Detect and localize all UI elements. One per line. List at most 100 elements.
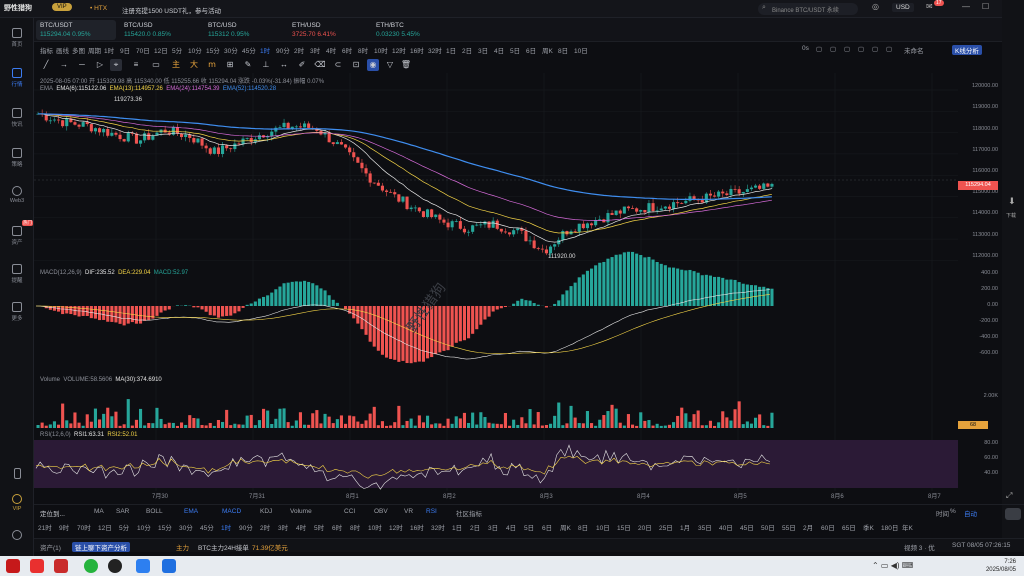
axis-option[interactable]: % — [950, 508, 956, 515]
text-tool-icon[interactable]: 主 — [170, 59, 182, 71]
phone-button[interactable] — [0, 468, 34, 481]
timeframe-option[interactable]: 2日 — [470, 522, 480, 532]
interval-option[interactable]: 3时 — [310, 45, 320, 55]
interval-option[interactable]: 15分 — [206, 45, 220, 55]
download-icon[interactable]: ⬇ — [1008, 196, 1016, 207]
ray-tool-icon[interactable]: → — [58, 59, 70, 71]
timeframe-option[interactable]: 20日 — [638, 522, 652, 532]
indicator-tab[interactable]: KDJ — [260, 508, 272, 515]
interval-option[interactable]: 4日 — [494, 45, 504, 55]
interval-option[interactable]: 5分 — [172, 45, 182, 55]
interval-option[interactable]: 6日 — [526, 45, 536, 55]
timeframe-option[interactable]: 60日 — [821, 522, 835, 532]
timeframe-option[interactable]: 4时 — [296, 522, 306, 532]
interval-option[interactable]: 90分 — [276, 45, 290, 55]
qq-icon[interactable] — [108, 559, 122, 573]
price-chart[interactable]: 野性猎狗 — [34, 73, 958, 491]
interval-option[interactable]: 45分 — [242, 45, 256, 55]
timeframe-option[interactable]: 4日 — [506, 522, 516, 532]
taskbar-app-icon[interactable] — [6, 559, 20, 573]
vip-button[interactable]: VIP — [0, 494, 34, 512]
wechat-icon[interactable] — [84, 559, 98, 573]
timeframe-option[interactable]: 180日 — [881, 522, 898, 532]
assets-label[interactable]: 资产(1) — [40, 542, 61, 552]
camera-icon[interactable]: ▢ — [816, 45, 822, 53]
taskbar-app-icon[interactable] — [54, 559, 68, 573]
fullscreen-icon[interactable]: ⤢ — [1006, 491, 1012, 501]
indicator-tab[interactable]: MACD — [222, 508, 241, 515]
interval-option[interactable]: 5日 — [510, 45, 520, 55]
settings-button[interactable] — [0, 530, 34, 542]
interval-option[interactable]: 12时 — [392, 45, 406, 55]
sidebar-item-news[interactable]: 快讯 — [0, 108, 34, 128]
taskbar-app-icon[interactable] — [136, 559, 150, 573]
interval-option[interactable]: 10日 — [574, 45, 588, 55]
settings-icon[interactable]: ▢ — [858, 45, 864, 53]
timeframe-option[interactable]: 周K — [560, 522, 571, 532]
fullscreen-icon[interactable]: ▢ — [830, 45, 836, 53]
timeframe-option[interactable]: 10分 — [137, 522, 151, 532]
currency-select[interactable]: USD — [892, 3, 914, 12]
indicator-tab[interactable]: VR — [404, 508, 413, 515]
indicator-tab[interactable]: SAR — [116, 508, 129, 515]
ticker-tab[interactable]: BTC/USD 115420.0 0.85% — [120, 20, 200, 40]
sidebar-item-more[interactable]: 更多 — [0, 302, 34, 322]
interval-option[interactable]: 1时 — [260, 45, 270, 55]
timeframe-option[interactable]: 90分 — [239, 522, 253, 532]
indicator-tab[interactable]: 定位到... — [40, 508, 65, 518]
search-input[interactable]: Binance BTC/USDT 永续 — [772, 5, 839, 14]
interval-option[interactable]: 1时 — [104, 45, 114, 55]
timeframe-option[interactable]: 70时 — [77, 522, 91, 532]
indicator-tab[interactable]: EMA — [184, 508, 198, 515]
taskbar-app-icon[interactable] — [30, 559, 44, 573]
indicator-tab[interactable]: CCI — [344, 508, 355, 515]
interval-option[interactable]: 2日 — [462, 45, 472, 55]
timeframe-option[interactable]: 5日 — [524, 522, 534, 532]
arrow-tool-icon[interactable]: ▷ — [94, 59, 106, 71]
interval-option[interactable]: 30分 — [224, 45, 238, 55]
timeframe-option[interactable]: 21时 — [38, 522, 52, 532]
headset-icon[interactable]: ◎ — [872, 2, 879, 11]
timeframe-option[interactable]: 45日 — [740, 522, 754, 532]
interval-option[interactable]: 4时 — [326, 45, 336, 55]
eraser-tool-icon[interactable]: ⌫ — [314, 59, 326, 71]
timeframe-option[interactable]: 2时 — [260, 522, 270, 532]
ticker-tab[interactable]: BTC/USD 115312 0.95% — [204, 20, 284, 40]
interval-option[interactable]: 70日 — [136, 45, 150, 55]
chain-analysis-link[interactable]: 链上聊下资产分析 — [72, 542, 130, 552]
timeframe-option[interactable]: 25日 — [659, 522, 673, 532]
ruler-tool-icon[interactable]: ⊥ — [260, 59, 272, 71]
speed-option[interactable]: 0s — [802, 45, 809, 52]
interval-option[interactable]: 2时 — [294, 45, 304, 55]
interval-option[interactable]: 1日 — [446, 45, 456, 55]
lock-tool-icon[interactable]: ⊡ — [350, 59, 362, 71]
pen-tool-icon[interactable]: ✐ — [296, 59, 308, 71]
indicator-tab[interactable]: MA — [94, 508, 104, 515]
timeframe-option[interactable]: 45分 — [200, 522, 214, 532]
sidebar-item-strategy[interactable]: 策略 — [0, 148, 34, 168]
tray-icons[interactable]: ⌃ ▭ ◀) ⌨ — [872, 561, 913, 570]
timeframe-option[interactable]: 5分 — [119, 522, 129, 532]
vip-badge[interactable]: VIP — [52, 3, 72, 11]
line-tool-icon[interactable]: ╱ — [40, 59, 52, 71]
layout-icon[interactable]: ▢ — [872, 45, 878, 53]
interval-option[interactable]: 32时 — [428, 45, 442, 55]
timeframe-option[interactable]: 10时 — [368, 522, 382, 532]
brush-tool-icon[interactable]: ✎ — [242, 59, 254, 71]
axis-option[interactable]: 自动 — [964, 508, 977, 518]
interval-option[interactable]: 画线 — [56, 45, 69, 55]
timeframe-option[interactable]: 65日 — [842, 522, 856, 532]
timeframe-option[interactable]: 2月 — [803, 522, 813, 532]
axis-option[interactable]: 时间 — [936, 508, 949, 518]
promo-banner[interactable]: 注册充提1500 USDT礼，参与活动 — [122, 5, 221, 15]
interval-option[interactable]: 10分 — [188, 45, 202, 55]
timeframe-option[interactable]: 季K — [863, 522, 874, 532]
timeframe-option[interactable]: 1日 — [452, 522, 462, 532]
timeframe-option[interactable]: 15日 — [617, 522, 631, 532]
text-tool-icon[interactable]: ⅿ — [206, 59, 218, 71]
timeframe-option[interactable]: 8时 — [350, 522, 360, 532]
timeframe-option[interactable]: 55日 — [782, 522, 796, 532]
measure-tool-icon[interactable]: ↔ — [278, 59, 290, 71]
indicator-tab[interactable]: BOLL — [146, 508, 163, 515]
sidebar-item-home[interactable]: 首页 — [0, 28, 34, 48]
